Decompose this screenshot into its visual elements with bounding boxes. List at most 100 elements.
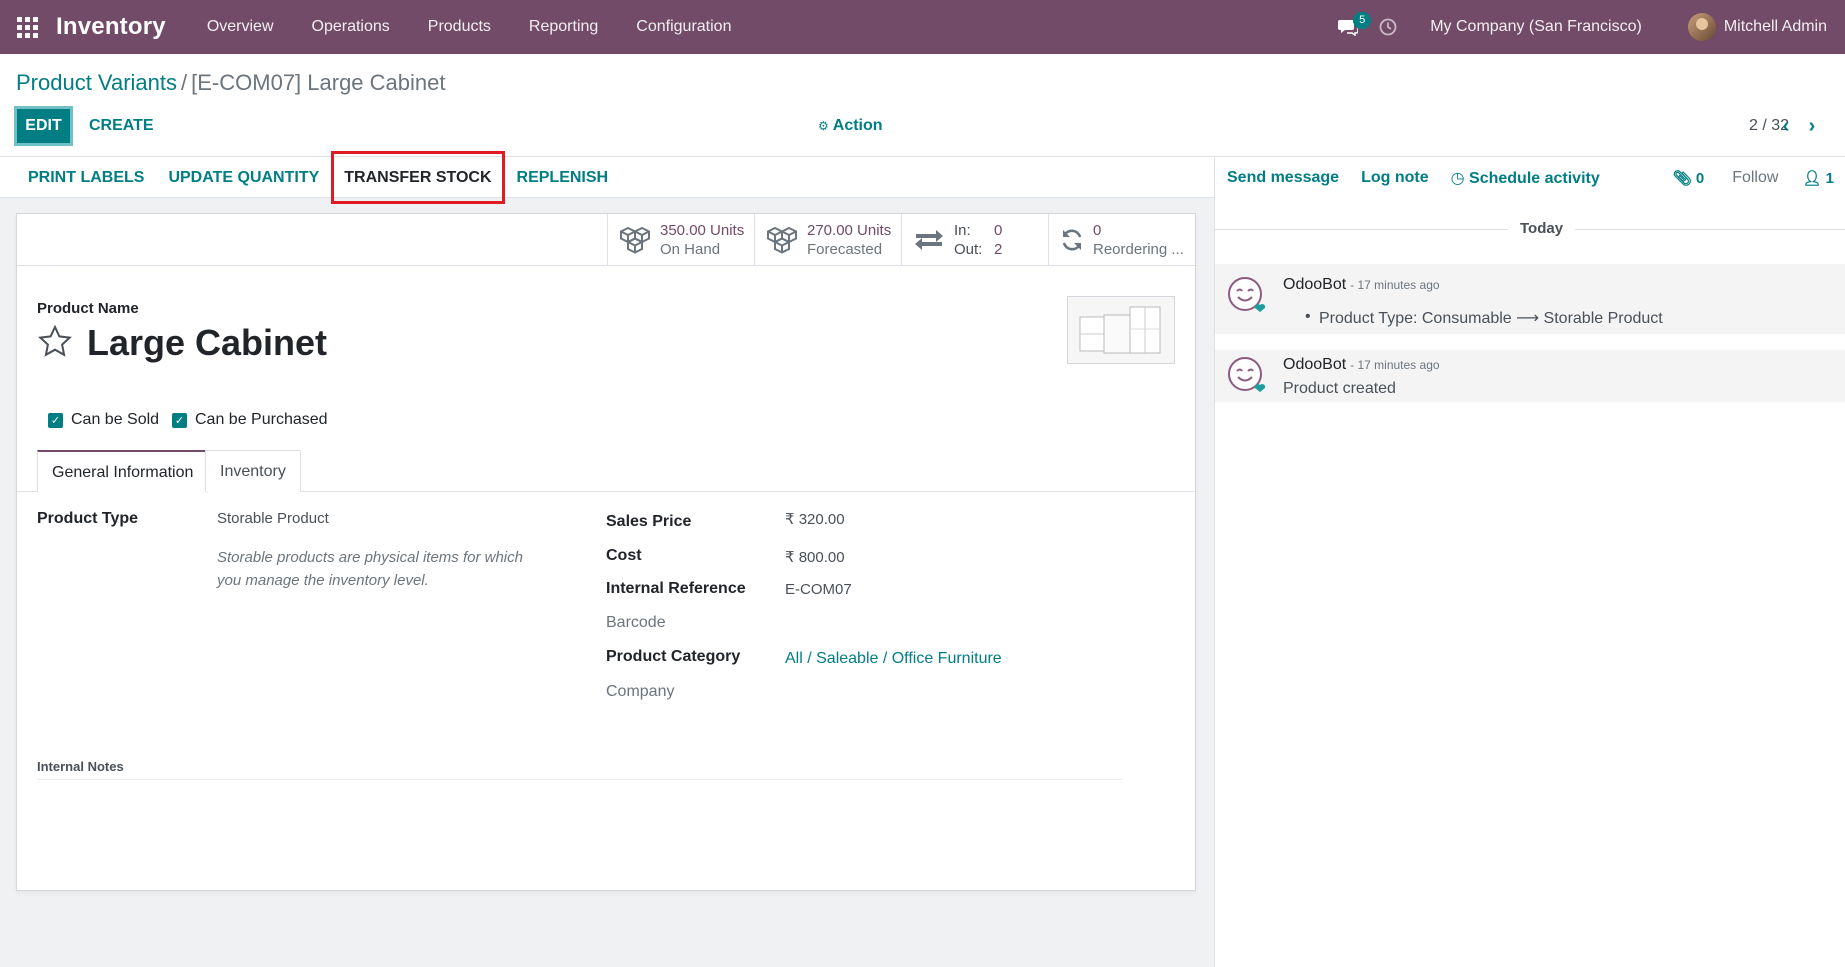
sales-price-label: Sales Price (606, 513, 692, 530)
messages-badge: 5 (1353, 12, 1372, 29)
transfer-stock-button[interactable]: TRANSFER STOCK (331, 150, 505, 204)
cost-value[interactable]: ₹ 800.00 (785, 548, 845, 566)
log-note-button[interactable]: Log note (1350, 169, 1440, 187)
replenish-button[interactable]: REPLENISH (505, 157, 621, 198)
out-label: Out: (954, 241, 983, 258)
menu-operations[interactable]: Operations (293, 0, 409, 54)
user-icon: 👤︎ (1802, 169, 1822, 187)
tab-inventory[interactable]: Inventory (205, 450, 301, 492)
menu-configuration[interactable]: Configuration (617, 0, 750, 54)
in-value: 0 (994, 222, 1003, 239)
favorite-star-icon[interactable] (37, 324, 73, 360)
breadcrumb-current: [E-COM07] Large Cabinet (191, 70, 446, 95)
reordering-label: Reordering ... (1093, 241, 1184, 258)
print-labels-button[interactable]: PRINT LABELS (16, 157, 156, 198)
schedule-activity-label: Schedule activity (1469, 169, 1600, 187)
form-statusbar: PRINT LABELS UPDATE QUANTITY TRANSFER ST… (0, 150, 1214, 204)
internal-reference-value[interactable]: E-COM07 (785, 581, 852, 598)
reordering-button[interactable]: 0 Reordering ... (1048, 214, 1195, 266)
reordering-value: 0 (1093, 222, 1102, 239)
tab-general-information[interactable]: General Information (37, 450, 209, 493)
action-dropdown[interactable]: ⚙ Action (818, 117, 883, 135)
smart-buttons: 350.00 Units On Hand 270.00 Units Forecast… (17, 214, 1195, 266)
can-be-purchased-label: Can be Purchased (195, 411, 328, 428)
can-be-sold-checkbox[interactable]: ✓ Can be Sold (48, 411, 159, 429)
user-name: Mitchell Admin (1723, 18, 1827, 35)
menu-products[interactable]: Products (409, 0, 510, 54)
barcode-label: Barcode (606, 614, 666, 631)
app-brand[interactable]: Inventory (56, 13, 166, 41)
attachments-count: 0 (1695, 169, 1705, 187)
forecasted-label: Forecasted (807, 241, 883, 258)
refresh-icon (1059, 225, 1085, 255)
message-body: Product created (1283, 380, 1396, 397)
date-separator: Today (1215, 220, 1845, 240)
control-panel: Product Variants / [E-COM07] Large Cabinet… (0, 54, 1845, 157)
action-label: Action (832, 117, 883, 134)
sales-price-value[interactable]: ₹ 320.00 (785, 510, 845, 528)
product-type-value[interactable]: Storable Product (217, 510, 329, 527)
message-author[interactable]: OdooBot - 17 minutes ago (1283, 356, 1440, 374)
out-value: 2 (994, 241, 1003, 258)
user-menu[interactable]: Mitchell Admin (1664, 13, 1845, 41)
breadcrumb: Product Variants / [E-COM07] Large Cabinet (16, 70, 445, 96)
company-switcher[interactable]: My Company (San Francisco) (1408, 18, 1664, 36)
chatter-message: OdooBot- 17 minutes ago Product Type: Co… (1215, 264, 1845, 334)
product-image[interactable] (1067, 296, 1175, 364)
navbar-systray: 5 My Company (San Francisco) Mitchell Ad… (1328, 0, 1845, 54)
menu-reporting[interactable]: Reporting (510, 0, 617, 54)
product-name: Large Cabinet (87, 322, 328, 363)
internal-notes-label: Internal Notes (37, 759, 124, 774)
checkbox-checked-icon: ✓ (48, 412, 63, 428)
cubes-icon (765, 225, 799, 255)
pager-next-icon[interactable]: › (1799, 112, 1825, 140)
in-out-button[interactable]: In: 0 Out: 2 (901, 214, 1048, 266)
pager-previous-icon[interactable]: ‹ (1773, 112, 1799, 140)
breadcrumb-parent-link[interactable]: Product Variants (16, 70, 177, 95)
tracking-change: Product Type: Consumable ⟶ Storable Prod… (1305, 308, 1663, 328)
menu-overview[interactable]: Overview (188, 0, 293, 54)
top-navbar: Inventory Overview Operations Products R… (0, 0, 1845, 54)
user-avatar (1687, 13, 1716, 41)
in-label: In: (954, 222, 971, 239)
product-category-link[interactable]: All / Saleable / Office Furniture (785, 650, 1002, 668)
attachments-button[interactable]: 📎︎ 0 (1673, 169, 1705, 187)
form-sheet: 350.00 Units On Hand 270.00 Units Forecast… (16, 213, 1196, 891)
on-hand-button[interactable]: 350.00 Units On Hand (607, 214, 754, 266)
message-author[interactable]: OdooBot - 17 minutes ago (1283, 276, 1440, 294)
edit-button[interactable]: EDIT (14, 106, 73, 146)
forecasted-button[interactable]: 270.00 Units Forecasted (754, 214, 901, 266)
messaging-icon[interactable]: 5 (1328, 0, 1372, 54)
apps-menu-icon[interactable] (0, 0, 54, 54)
checkbox-checked-icon: ✓ (172, 412, 187, 428)
tracking-old-value: Product Type: Consumable (1319, 310, 1512, 327)
message-time: - 17 minutes ago (1350, 278, 1440, 292)
follow-button[interactable]: Follow (1732, 169, 1778, 187)
paperclip-icon: 📎︎ (1672, 169, 1692, 187)
activity-clock-icon[interactable] (1368, 0, 1408, 54)
product-name-label: Product Name (37, 300, 139, 317)
product-category-label: Product Category (606, 648, 741, 665)
forecasted-value: 270.00 Units (807, 222, 892, 239)
schedule-activity-button[interactable]: ◷ Schedule activity (1440, 168, 1611, 188)
chatter-topbar: Send message Log note ◷ Schedule activit… (1215, 157, 1845, 198)
update-quantity-button[interactable]: UPDATE QUANTITY (156, 157, 331, 198)
can-be-purchased-checkbox[interactable]: ✓ Can be Purchased (172, 411, 328, 429)
send-message-button[interactable]: Send message (1215, 169, 1350, 187)
form-area: PRINT LABELS UPDATE QUANTITY TRANSFER ST… (0, 150, 1214, 967)
form-tabs: General Information Inventory (17, 450, 1195, 493)
tracking-new-value: Storable Product (1543, 310, 1663, 327)
exchange-icon (912, 225, 946, 255)
clock-icon: ◷ (1450, 169, 1465, 187)
internal-reference-label: Internal Reference (606, 580, 746, 597)
odoobot-avatar-icon (1227, 276, 1266, 312)
internal-notes-field[interactable] (37, 779, 1122, 780)
odoobot-avatar-icon (1227, 356, 1266, 392)
date-separator-label: Today (1508, 220, 1576, 237)
company-label: Company (606, 683, 675, 700)
message-time: - 17 minutes ago (1350, 358, 1440, 372)
cubes-icon (618, 225, 652, 255)
create-button[interactable]: CREATE (89, 117, 154, 135)
chatter-right-tools: 📎︎ 0 Follow 👤︎ 1 (1673, 169, 1845, 187)
followers-button[interactable]: 👤︎ 1 (1802, 169, 1834, 187)
